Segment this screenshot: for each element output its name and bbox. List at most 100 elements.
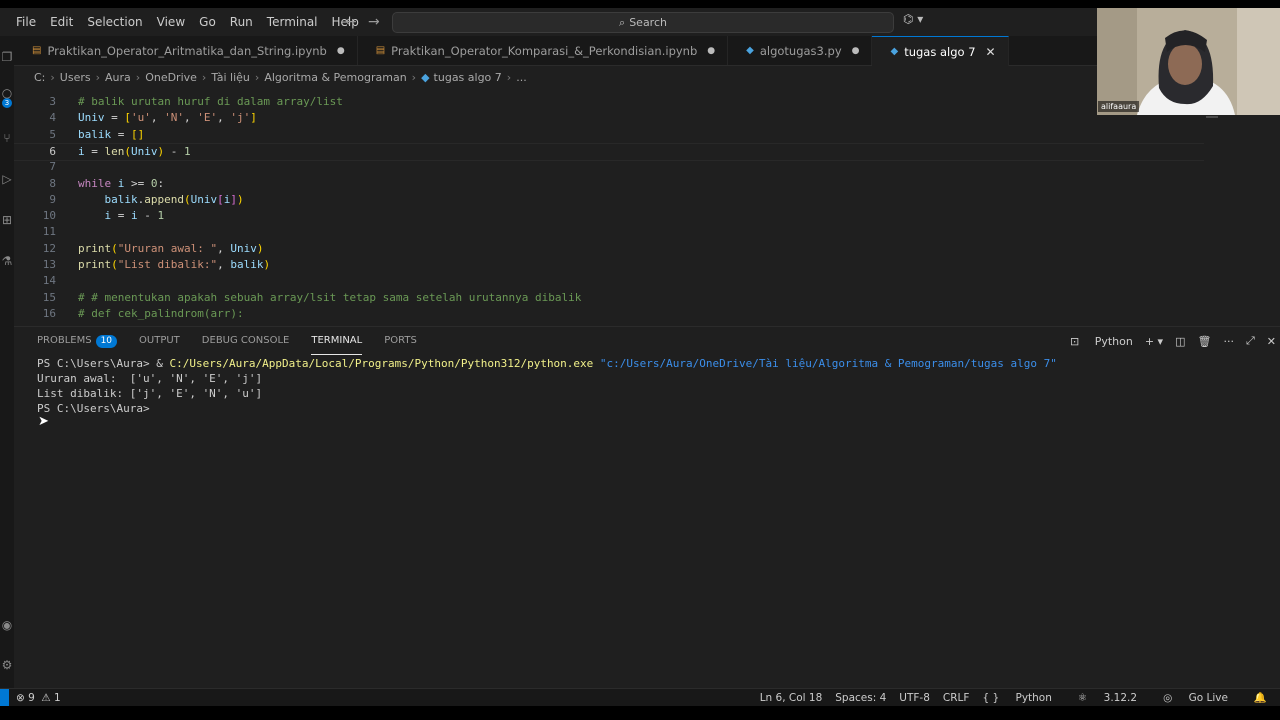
search-label: Search (629, 16, 667, 29)
line-number: 6 (49, 144, 56, 158)
activity-bar: ❐ 3 ○ ⑂ ▷ ⊞ ⚗ ◉ ⚙ (0, 36, 14, 688)
tab-komparasi[interactable]: ▤ Praktikan_Operator_Komparasi_&_Perkond… (358, 36, 729, 65)
line-number: 14 (42, 274, 56, 288)
notebook-icon: ▤ (32, 45, 42, 56)
testing-icon[interactable]: ⚗ (0, 254, 14, 268)
code-editor[interactable]: 3 # balik urutan huruf di dalam array/lis… (14, 94, 1204, 322)
code-line[interactable]: 8 while i >= 0: (14, 176, 1204, 192)
tab-aritmatika[interactable]: ▤ Praktikan_Operator_Aritmatika_dan_Stri… (14, 36, 358, 65)
source-control-icon[interactable]: ⑂ (0, 131, 14, 145)
tab-tugas-algo-7[interactable]: ◆ tugas algo 7 ✕ (872, 36, 1009, 66)
cursor-position[interactable]: Ln 6, Col 18 (760, 689, 823, 707)
split-terminal-icon[interactable]: ◫ (1175, 335, 1185, 348)
tab-algotugas3[interactable]: ◆ algotugas3.py ● (728, 36, 873, 65)
search-view-icon[interactable]: ○ (0, 86, 14, 100)
terminal-script-arg: "c:/Users/Aura/OneDrive/Tài liệu/Algorit… (599, 357, 1057, 370)
tab-output[interactable]: OUTPUT (139, 328, 180, 354)
tab-debug-console[interactable]: DEBUG CONSOLE (202, 328, 290, 354)
back-arrow-icon[interactable]: ← (345, 8, 357, 36)
maximize-panel-icon[interactable]: ⤢ (1246, 334, 1255, 348)
modified-dot-icon[interactable]: ● (707, 46, 715, 56)
line-number: 10 (42, 209, 56, 223)
explorer-icon[interactable]: ❐ (0, 50, 14, 64)
code-line[interactable]: 5 balik = [] (14, 127, 1204, 143)
copilot-icon[interactable]: ⌬ ▾ (903, 12, 923, 26)
go-live-button[interactable]: ◎ Go Live (1163, 689, 1241, 707)
go-live-label: Go Live (1188, 692, 1228, 704)
menu-terminal[interactable]: Terminal (260, 8, 325, 36)
close-icon[interactable]: ✕ (986, 45, 996, 59)
menu-go[interactable]: Go (192, 8, 223, 36)
run-debug-icon[interactable]: ▷ (0, 172, 14, 186)
code-line[interactable]: 7 (14, 159, 1204, 175)
code-line[interactable]: 13 print("List dibalik:", balik) (14, 257, 1204, 273)
code-line[interactable]: 12 print("Ururan awal: ", Univ) (14, 241, 1204, 257)
problems-status[interactable]: ⊗ 9 ⚠ 1 (16, 689, 61, 707)
webcam-overlay: alifaaura (1097, 8, 1237, 115)
tab-terminal[interactable]: TERMINAL (311, 328, 363, 355)
breadcrumb-item[interactable]: Tài liệu (211, 71, 250, 84)
code-text: i = i - 1 (104, 209, 165, 223)
python-file-icon: ◆ (421, 70, 430, 84)
encoding[interactable]: UTF-8 (899, 689, 930, 707)
line-number: 8 (49, 176, 56, 190)
notebook-icon: ▤ (375, 45, 386, 56)
code-line[interactable]: 14 (14, 273, 1204, 289)
shell-label: Python (1094, 334, 1133, 348)
breadcrumb-item[interactable]: Algoritma & Pemograman (264, 71, 406, 84)
code-line[interactable]: 9 balik.append(Univ[i]) (14, 192, 1204, 208)
close-panel-icon[interactable]: ✕ (1267, 335, 1276, 348)
forward-arrow-icon[interactable]: → (368, 8, 380, 36)
breadcrumb-item[interactable]: ... (516, 71, 527, 84)
terminal-shell-selector[interactable]: ⊡ Python (1058, 335, 1133, 348)
more-actions-icon[interactable]: ··· (1223, 335, 1234, 348)
menu-file[interactable]: File (9, 8, 43, 36)
extensions-icon[interactable]: ⊞ (0, 213, 14, 227)
breadcrumb-item[interactable]: Users (60, 71, 91, 84)
tab-problems[interactable]: PROBLEMS 10 (37, 328, 118, 354)
breadcrumb: C: › Users › Aura › OneDrive › Tài liệu › Alg… (34, 70, 527, 84)
code-line[interactable]: 10 i = i - 1 (14, 208, 1204, 224)
notifications-icon[interactable]: 🔔 (1254, 689, 1267, 707)
mouse-cursor-icon: ➤ (38, 414, 49, 429)
terminal-prompt: PS C:\Users\Aura> (37, 402, 150, 415)
language-mode[interactable]: { } Python (982, 689, 1064, 707)
account-icon[interactable]: ◉ (0, 618, 14, 632)
gear-icon[interactable]: ⚙ (0, 658, 14, 672)
new-terminal-icon[interactable]: + ▾ (1145, 335, 1163, 348)
code-line[interactable]: 11 (14, 224, 1204, 240)
modified-dot-icon[interactable]: ● (852, 46, 860, 56)
bottom-black-bar (0, 706, 1280, 720)
indentation[interactable]: Spaces: 4 (835, 689, 886, 707)
code-line[interactable]: 3 # balik urutan huruf di dalam array/lis… (14, 94, 1204, 110)
modified-dot-icon[interactable]: ● (337, 46, 345, 56)
code-text: Univ = ['u', 'N', 'E', 'j'] (78, 111, 257, 125)
breadcrumb-item[interactable]: tugas algo 7 (434, 71, 502, 84)
menu-run[interactable]: Run (223, 8, 260, 36)
code-line[interactable]: 6 i = len(Univ) - 1 (14, 142, 1204, 161)
end-of-line[interactable]: CRLF (943, 689, 970, 707)
terminal-icon: ⊡ (1069, 334, 1080, 348)
terminal-output[interactable]: PS C:\Users\Aura> & C:/Users/Aura/AppDat… (37, 356, 1267, 416)
code-line[interactable]: 4 Univ = ['u', 'N', 'E', 'j'] (14, 110, 1204, 126)
python-file-icon: ◆ (746, 45, 754, 56)
menu-edit[interactable]: Edit (43, 8, 80, 36)
line-number: 16 (42, 306, 56, 320)
editor-tabs: ▤ Praktikan_Operator_Aritmatika_dan_Stri… (14, 36, 1097, 66)
menu-selection[interactable]: Selection (80, 8, 149, 36)
presenter-image (1097, 8, 1237, 115)
python-version[interactable]: ⚛ 3.12.2 (1078, 689, 1150, 707)
warning-count: 1 (53, 692, 61, 704)
breadcrumb-item[interactable]: C: (34, 71, 45, 84)
code-text: balik = [] (78, 127, 145, 141)
trash-icon[interactable]: 🗑 (1198, 335, 1212, 348)
code-line[interactable]: 15 # # menentukan apakah sebuah array/lsi… (14, 290, 1204, 306)
code-line[interactable]: 16 # def cek_palindrom(arr): (14, 306, 1204, 322)
tab-ports[interactable]: PORTS (384, 328, 417, 354)
command-center-search[interactable]: ⌕ Search (392, 12, 894, 33)
breadcrumb-item[interactable]: OneDrive (145, 71, 197, 84)
menu-view[interactable]: View (150, 8, 192, 36)
remote-indicator[interactable] (0, 689, 9, 707)
python-icon: ⚛ (1077, 692, 1088, 704)
breadcrumb-item[interactable]: Aura (105, 71, 131, 84)
